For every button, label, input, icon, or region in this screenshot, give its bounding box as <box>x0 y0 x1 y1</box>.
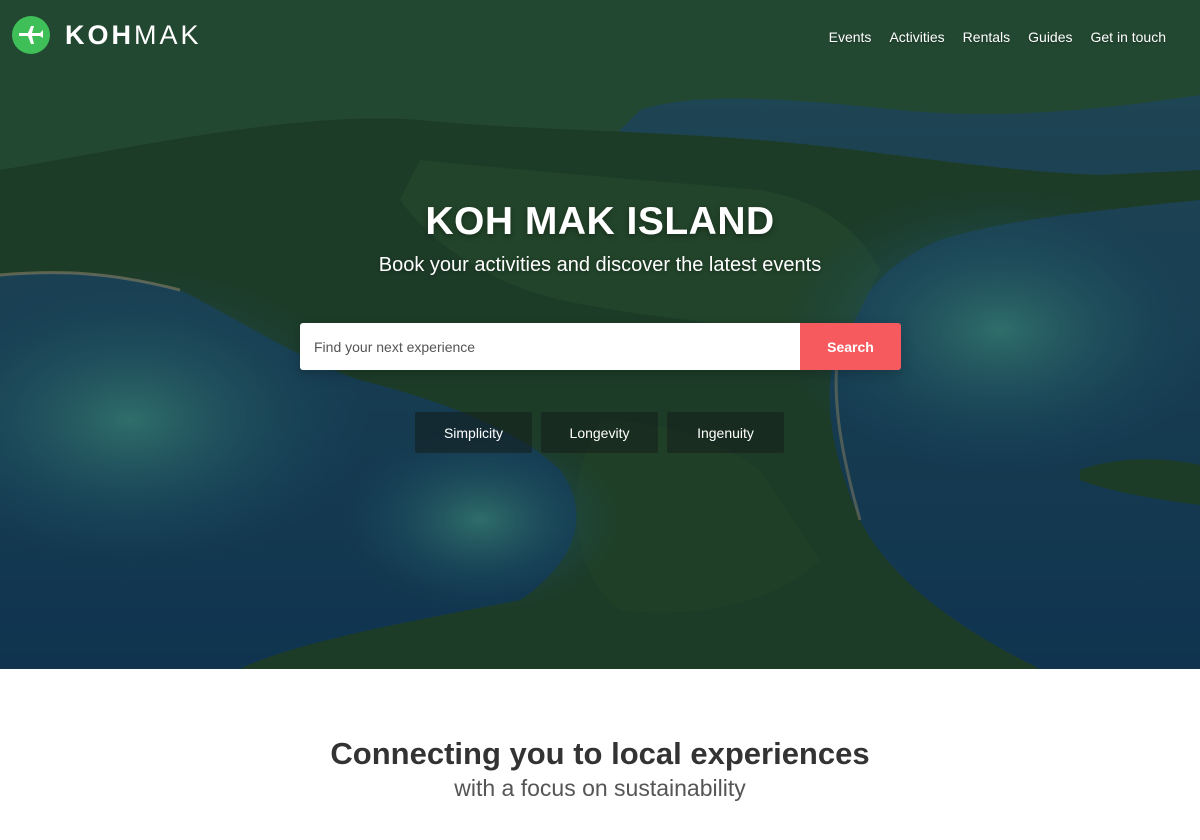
tag-longevity[interactable]: Longevity <box>541 412 658 453</box>
brand-wordmark: KOHMAK <box>65 19 202 50</box>
main-nav: Events Activities Rentals Guides Get in … <box>811 29 1166 45</box>
tag-ingenuity[interactable]: Ingenuity <box>667 412 784 453</box>
nav-events[interactable]: Events <box>829 29 872 45</box>
brand-wordmark-bold: KOH <box>65 19 134 50</box>
intro-subtitle: with a focus on sustainability <box>454 775 746 801</box>
intro-title: Connecting you to local experiences <box>330 736 870 771</box>
nav-guides[interactable]: Guides <box>1028 29 1072 45</box>
nav-get-in-touch[interactable]: Get in touch <box>1091 29 1167 45</box>
hero-section: KOHMAK Events Activities Rentals Guides … <box>0 0 1200 669</box>
airplane-icon <box>12 16 50 54</box>
hero-subtitle: Book your activities and discover the la… <box>378 254 822 276</box>
value-tags: Simplicity Longevity Ingenuity <box>415 412 784 453</box>
nav-activities[interactable]: Activities <box>889 29 944 45</box>
search-bar: Search <box>300 323 901 370</box>
brand-wordmark-light: MAK <box>134 19 202 50</box>
search-input[interactable] <box>300 323 800 370</box>
hero-title: KOH MAK ISLAND <box>425 200 775 243</box>
tag-simplicity[interactable]: Simplicity <box>415 412 532 453</box>
brand-logo[interactable]: KOHMAK <box>12 16 202 54</box>
nav-rentals[interactable]: Rentals <box>963 29 1010 45</box>
search-button[interactable]: Search <box>800 323 901 370</box>
